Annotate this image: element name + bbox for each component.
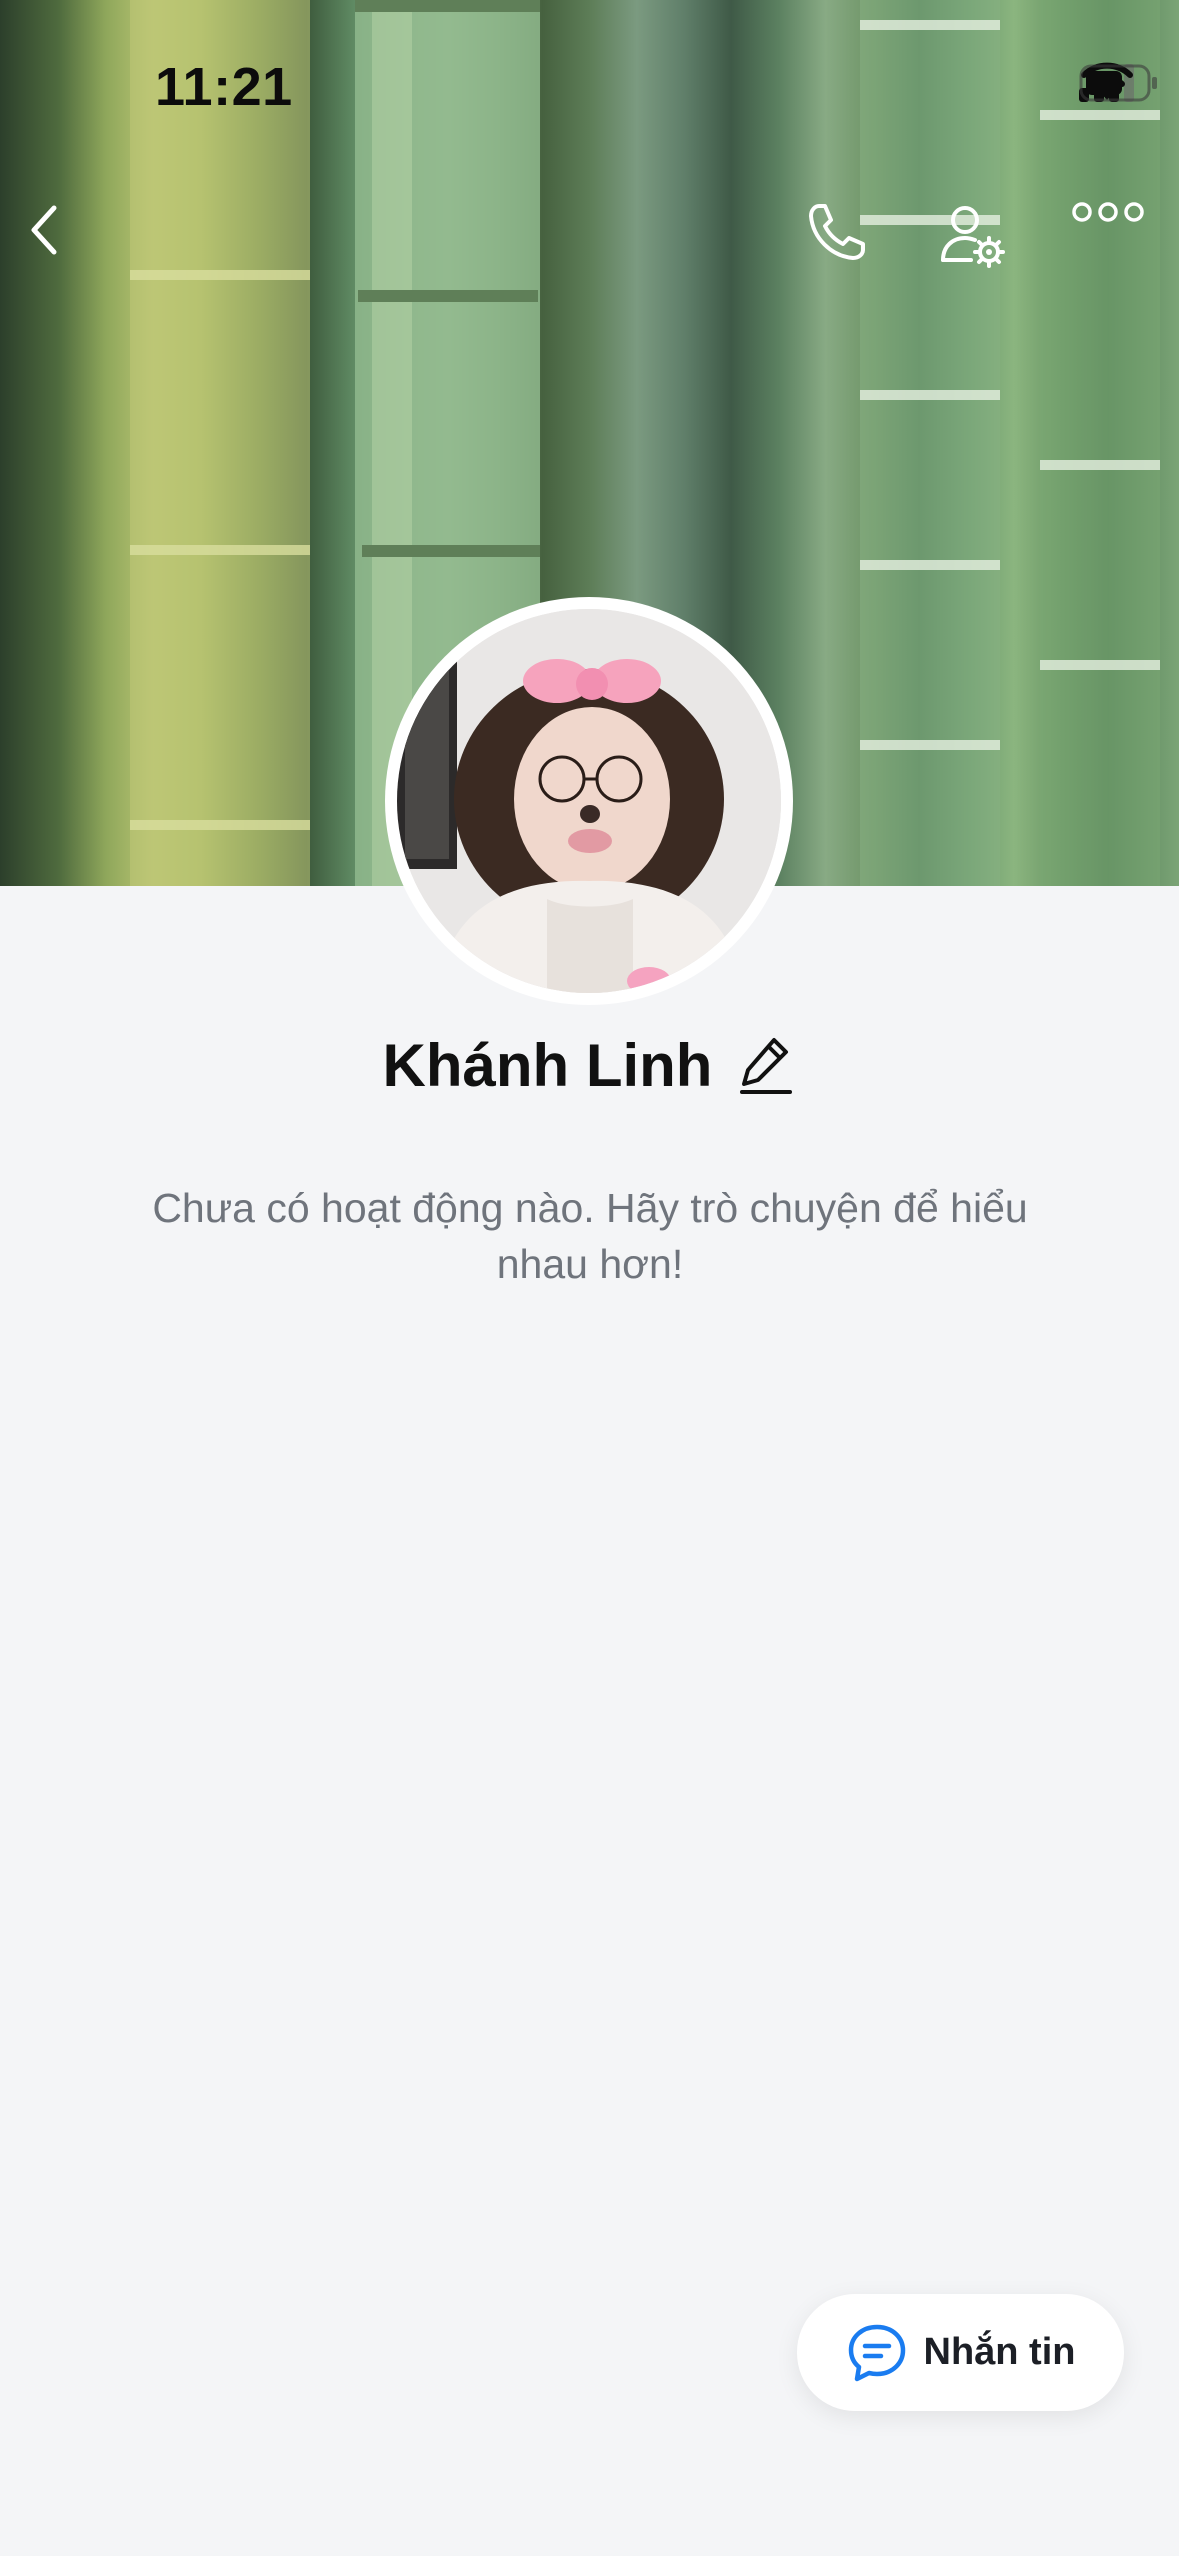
- avatar-illustration: [397, 609, 781, 993]
- empty-activity-message: Chưa có hoạt động nào. Hãy trò chuyện để…: [152, 1185, 1028, 1287]
- avatar-photo: [397, 609, 781, 993]
- profile-name-row: Khánh Linh: [0, 1030, 1179, 1100]
- battery-icon: [1079, 64, 1157, 102]
- profile-screen: 11:21 Khánh Linh Chưa có hoạt động nào. …: [0, 0, 1179, 2556]
- user-settings-icon: [941, 206, 1005, 268]
- pencil-icon: [740, 1038, 793, 1094]
- status-bar: 11:21: [0, 0, 1179, 170]
- back-button[interactable]: [20, 200, 110, 290]
- chat-bubble-icon: [848, 2324, 905, 2381]
- phone-icon: [809, 204, 865, 260]
- more-dots-icon: [1072, 202, 1144, 222]
- call-button[interactable]: [805, 200, 895, 290]
- user-settings-button[interactable]: [937, 200, 1027, 290]
- more-button[interactable]: [1072, 200, 1172, 290]
- status-time: 11:21: [155, 57, 293, 117]
- send-message-label: Nhắn tin: [923, 2331, 1076, 2373]
- profile-name: Khánh Linh: [382, 1031, 713, 1099]
- send-message-button[interactable]: Nhắn tin: [797, 2294, 1124, 2411]
- edit-name-button[interactable]: [736, 1030, 796, 1100]
- avatar[interactable]: [385, 597, 793, 1005]
- back-chevron-icon: [31, 205, 57, 255]
